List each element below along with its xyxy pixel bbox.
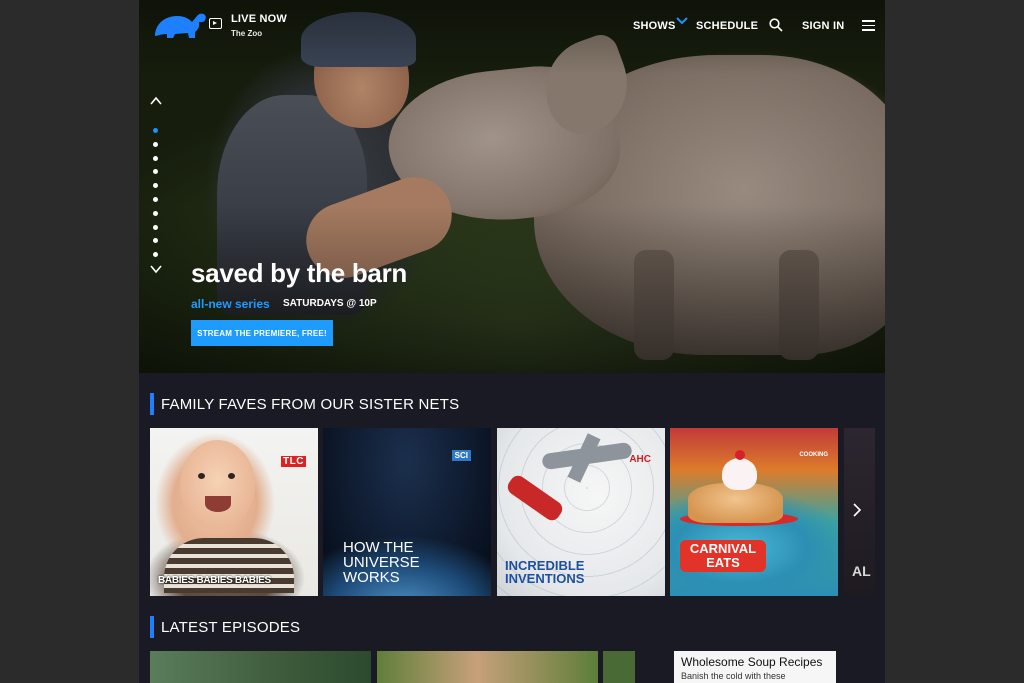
section-accent-bar xyxy=(150,393,154,415)
card-image-part xyxy=(180,440,255,530)
chevron-down-icon[interactable] xyxy=(676,17,688,25)
site: LIVE NOW The Zoo SHOWS SCHEDULE SIGN IN xyxy=(139,0,885,683)
live-channel-name[interactable]: The Zoo xyxy=(231,29,262,38)
slide-indicator xyxy=(153,128,159,266)
chevron-right-icon[interactable] xyxy=(849,500,865,520)
stream-premiere-button[interactable]: STREAM THE PREMIERE, FREE! xyxy=(191,320,333,346)
hero-tagline: all-new series xyxy=(191,297,270,311)
episode-thumbnail[interactable] xyxy=(377,651,598,683)
card-image-part xyxy=(198,473,205,479)
episode-thumbnail[interactable] xyxy=(603,651,635,683)
nav-shows[interactable]: SHOWS xyxy=(633,20,676,32)
slide-dot[interactable] xyxy=(153,141,158,147)
ad-title[interactable]: Wholesome Soup Recipes xyxy=(681,655,829,669)
section-title-latest: LATEST EPISODES xyxy=(161,619,301,636)
show-title: HOW THE UNIVERSE WORKS xyxy=(343,539,420,586)
slide-dot[interactable] xyxy=(153,224,158,230)
chevron-up-icon[interactable] xyxy=(150,96,162,106)
card-image-part xyxy=(722,458,757,490)
network-logo: COOKING xyxy=(799,452,828,458)
network-logo: AHC xyxy=(629,454,651,465)
slide-dot[interactable] xyxy=(153,196,158,202)
card-image-part xyxy=(735,450,745,460)
section-accent-bar xyxy=(150,616,154,638)
slide-dot[interactable] xyxy=(153,183,158,189)
show-title: CARNIVAL EATS xyxy=(680,540,766,572)
hero-schedule: SATURDAYS @ 10P xyxy=(283,298,377,309)
search-icon[interactable] xyxy=(769,18,783,32)
live-now-label[interactable]: LIVE NOW xyxy=(231,13,287,25)
show-card[interactable]: SCI HOW THE UNIVERSE WORKS xyxy=(323,428,491,596)
slide-dot[interactable] xyxy=(153,252,158,258)
episode-thumbnail[interactable] xyxy=(150,651,371,683)
show-title: BABIES BABIES BABIES xyxy=(158,575,271,586)
sister-nets-carousel: TLC BABIES BABIES BABIES SCI HOW THE UNI… xyxy=(150,428,875,596)
slide-dot[interactable] xyxy=(153,169,158,175)
tv-icon[interactable] xyxy=(209,18,222,29)
card-image-part xyxy=(205,496,231,512)
card-image-part xyxy=(228,473,235,479)
animal-planet-logo-icon[interactable] xyxy=(153,10,207,40)
show-card[interactable]: AHC INCREDIBLE INVENTIONS xyxy=(497,428,665,596)
sign-in-link[interactable]: SIGN IN xyxy=(802,20,844,32)
show-title: INCREDIBLE INVENTIONS xyxy=(505,558,585,586)
slide-dot[interactable] xyxy=(153,155,158,161)
show-card[interactable]: COOKING CARNIVAL EATS xyxy=(670,428,838,596)
hamburger-menu-icon[interactable] xyxy=(862,20,875,31)
show-card[interactable]: TLC BABIES BABIES BABIES xyxy=(150,428,318,596)
hero-banner[interactable]: LIVE NOW The Zoo SHOWS SCHEDULE SIGN IN xyxy=(139,0,885,373)
nav-schedule[interactable]: SCHEDULE xyxy=(696,20,758,32)
advertisement[interactable]: Wholesome Soup Recipes Banish the cold w… xyxy=(674,651,836,683)
network-logo: TLC xyxy=(281,456,306,467)
ad-subtitle[interactable]: Banish the cold with these xyxy=(681,671,829,681)
network-logo: SCI xyxy=(451,450,471,461)
show-title: AL xyxy=(852,563,871,579)
chevron-down-icon[interactable] xyxy=(150,264,162,274)
slide-dot[interactable] xyxy=(153,128,158,133)
hero-shade xyxy=(139,0,885,373)
slide-dot[interactable] xyxy=(153,238,158,244)
slide-dot[interactable] xyxy=(153,210,158,216)
section-title-sister-nets: FAMILY FAVES FROM OUR SISTER NETS xyxy=(161,396,460,413)
hero-title[interactable]: saved by the barn xyxy=(191,258,407,289)
